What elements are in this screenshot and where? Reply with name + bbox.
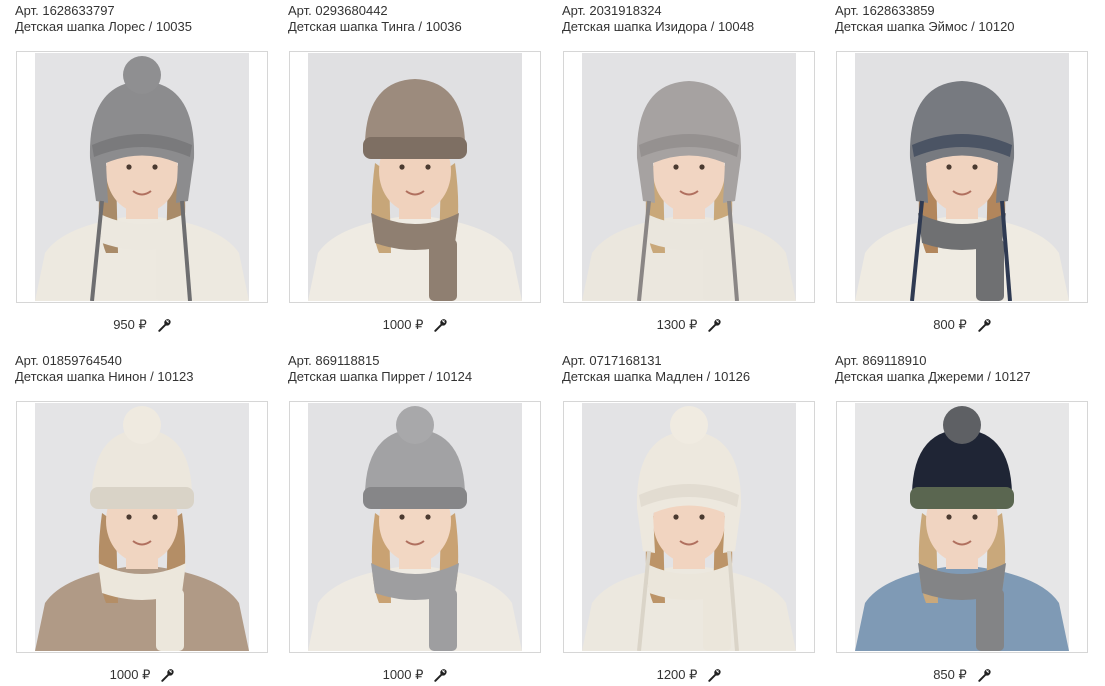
product-price: 950 ₽ [113,316,147,332]
product-card: Арт. 1628633859 Детская шапка Эймос / 10… [835,3,1090,332]
product-article: Арт. 1628633797 [15,3,115,18]
product-price: 1000 ₽ [382,316,424,332]
wrench-icon[interactable] [977,668,991,682]
product-card: Арт. 0293680442 Детская шапка Тинга / 10… [288,3,543,332]
wrench-icon[interactable] [707,668,721,682]
eye [699,164,705,170]
product-card: Арт. 2031918324 Детская шапка Изидора / … [562,3,817,332]
product-article: Арт. 2031918324 [562,3,662,18]
eye [972,164,978,170]
scarf-end [429,589,457,651]
product-photo[interactable] [855,53,1069,301]
wrench-icon[interactable] [977,318,991,332]
wrench-icon[interactable] [707,318,721,332]
eye [126,514,132,520]
product-article: Арт. 869118815 [288,353,380,368]
product-image-frame[interactable] [563,51,815,303]
product-image-frame[interactable] [836,51,1088,303]
eye [152,164,158,170]
wrench-icon[interactable] [160,668,174,682]
product-article: Арт. 0293680442 [288,3,388,18]
price-row: 1000 ₽ [16,666,268,683]
scarf-end [156,589,184,651]
hat-cuff [363,487,467,509]
product-price: 1200 ₽ [656,666,698,682]
eye [152,514,158,520]
product-image-frame[interactable] [16,51,268,303]
hat-cuff [90,487,194,509]
pompom [943,406,981,444]
price-row: 850 ₽ [836,666,1088,683]
product-name[interactable]: Детская шапка Изидора / 10048 [562,19,817,35]
product-photo[interactable] [582,403,796,651]
scarf-end [703,589,731,651]
product-image-frame[interactable] [836,401,1088,653]
hat-cuff [363,137,467,159]
product-photo[interactable] [855,403,1069,651]
product-image-frame[interactable] [289,51,541,303]
product-photo[interactable] [35,403,249,651]
product-card: Арт. 0717168131 Детская шапка Мадлен / 1… [562,353,817,682]
product-name[interactable]: Детская шапка Пиррет / 10124 [288,369,543,385]
product-name[interactable]: Детская шапка Тинга / 10036 [288,19,543,35]
product-card: Арт. 1628633797 Детская шапка Лорес / 10… [15,3,270,332]
eye [946,514,952,520]
product-price: 1300 ₽ [656,316,698,332]
pompom [396,406,434,444]
price-row: 1200 ₽ [563,666,815,683]
pompom [670,406,708,444]
eye [399,514,405,520]
product-price: 1000 ₽ [109,666,151,682]
price-row: 1000 ₽ [289,316,541,333]
price-row: 1000 ₽ [289,666,541,683]
product-name[interactable]: Детская шапка Мадлен / 10126 [562,369,817,385]
pompom [123,406,161,444]
eye [425,514,431,520]
product-name[interactable]: Детская шапка Джереми / 10127 [835,369,1090,385]
eye [673,514,679,520]
wrench-icon[interactable] [433,318,447,332]
product-card: Арт. 869118815 Детская шапка Пиррет / 10… [288,353,543,682]
price-row: 1300 ₽ [563,316,815,333]
product-image-frame[interactable] [16,401,268,653]
hat-cuff [910,487,1014,509]
product-card: Арт. 01859764540 Детская шапка Нинон / 1… [15,353,270,682]
pompom [123,56,161,94]
eye [946,164,952,170]
product-image-frame[interactable] [563,401,815,653]
product-photo[interactable] [582,53,796,301]
product-price: 850 ₽ [933,666,967,682]
wrench-icon[interactable] [433,668,447,682]
product-image-frame[interactable] [289,401,541,653]
product-card: Арт. 869118910 Детская шапка Джереми / 1… [835,353,1090,682]
product-name[interactable]: Детская шапка Эймос / 10120 [835,19,1090,35]
eye [126,164,132,170]
product-photo[interactable] [35,53,249,301]
product-article: Арт. 1628633859 [835,3,935,18]
product-name[interactable]: Детская шапка Лорес / 10035 [15,19,270,35]
scarf-end [976,589,1004,651]
product-price: 1000 ₽ [382,666,424,682]
product-price: 800 ₽ [933,316,967,332]
product-name[interactable]: Детская шапка Нинон / 10123 [15,369,270,385]
product-article: Арт. 01859764540 [15,353,122,368]
product-article: Арт. 869118910 [835,353,927,368]
scarf-end [976,239,1004,301]
eye [425,164,431,170]
scarf-end [703,239,731,301]
eye [673,164,679,170]
product-photo[interactable] [308,53,522,301]
product-photo[interactable] [308,403,522,651]
eye [699,514,705,520]
scarf-end [429,239,457,301]
price-row: 950 ₽ [16,316,268,333]
eye [399,164,405,170]
eye [972,514,978,520]
scarf-end [156,239,184,301]
price-row: 800 ₽ [836,316,1088,333]
product-article: Арт. 0717168131 [562,353,662,368]
wrench-icon[interactable] [157,318,171,332]
